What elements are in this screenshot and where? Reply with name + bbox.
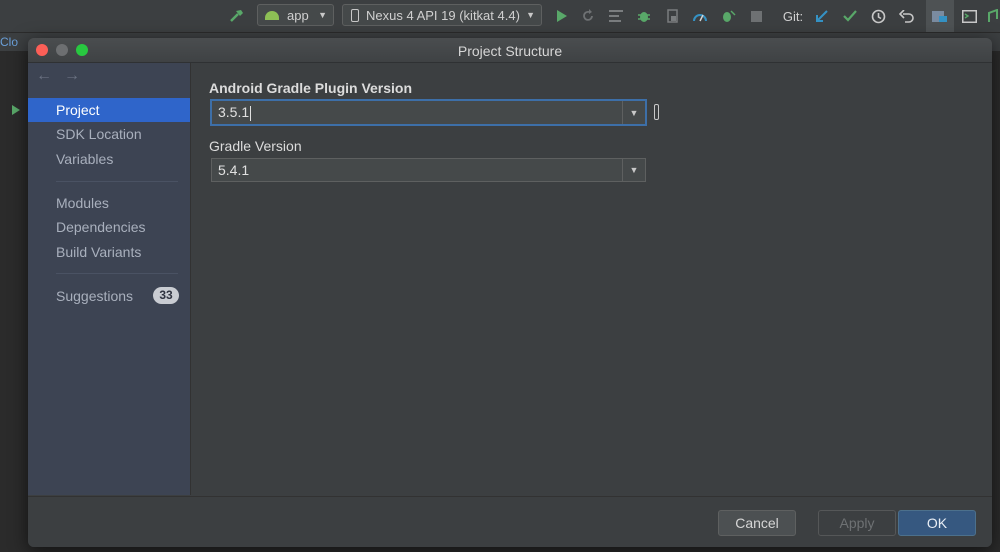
dialog-title: Project Structure: [457, 43, 563, 59]
android-icon: [265, 10, 279, 20]
nav-arrows: ← →: [36, 67, 92, 87]
debug-icon[interactable]: [634, 0, 654, 32]
project-structure-dialog: Project Structure ← → Project SDK Locatio…: [28, 38, 992, 547]
sidebar-item-modules[interactable]: Modules: [28, 191, 190, 215]
attach-debugger-icon[interactable]: [718, 0, 738, 32]
gradle-version-label: Gradle Version: [209, 138, 302, 154]
forward-arrow-icon[interactable]: →: [64, 67, 80, 84]
editor-tab[interactable]: Clo: [0, 35, 18, 49]
project-structure-sidebar: ← → Project SDK Location Variables Module…: [28, 63, 191, 495]
logcat-icon[interactable]: [606, 0, 626, 32]
cancel-button[interactable]: Cancel: [718, 510, 796, 536]
chevron-down-icon[interactable]: ▼: [622, 101, 645, 124]
ok-button[interactable]: OK: [898, 510, 976, 536]
ide-gutter: [0, 51, 30, 552]
phone-icon: [351, 8, 359, 22]
run-gutter-icon[interactable]: [12, 105, 20, 115]
ide-toolbar: app ▼ Nexus 4 API 19 (kitkat 4.4) ▼ Git:: [0, 0, 1000, 33]
chevron-down-icon: ▼: [318, 10, 327, 20]
resize-handle-icon: [654, 104, 659, 120]
rerun-icon[interactable]: [578, 0, 598, 32]
project-structure-icon[interactable]: [926, 0, 954, 32]
apply-button[interactable]: Apply: [818, 510, 896, 536]
git-update-icon[interactable]: [812, 0, 832, 32]
git-label: Git:: [782, 8, 804, 24]
chevron-down-icon: ▼: [526, 10, 535, 20]
agp-version-label: Android Gradle Plugin Version: [209, 80, 413, 96]
sdk-manager-icon[interactable]: [986, 0, 1000, 32]
git-revert-icon[interactable]: [896, 0, 916, 32]
run-config-select[interactable]: app ▼: [257, 4, 334, 26]
sidebar-item-variables[interactable]: Variables: [28, 147, 190, 171]
sidebar-item-sdk-location[interactable]: SDK Location: [28, 122, 190, 146]
suggestions-count-badge: 33: [153, 287, 179, 304]
agp-version-select[interactable]: 3.5.1 ▼: [210, 99, 647, 126]
gradle-version-value: 5.4.1: [218, 162, 250, 178]
device-select[interactable]: Nexus 4 API 19 (kitkat 4.4) ▼: [342, 4, 542, 26]
run-config-label: app: [287, 7, 309, 23]
sidebar-divider: [56, 181, 178, 182]
gradle-version-select[interactable]: 5.4.1 ▼: [211, 158, 646, 182]
sidebar-item-suggestions[interactable]: Suggestions 33: [28, 284, 190, 308]
dialog-titlebar: Project Structure: [28, 38, 992, 63]
coverage-icon[interactable]: [662, 0, 682, 32]
dialog-footer: Cancel Apply OK: [28, 496, 992, 547]
back-arrow-icon[interactable]: ←: [36, 67, 52, 84]
hammer-icon[interactable]: [226, 0, 248, 32]
terminal-icon[interactable]: [958, 0, 980, 32]
sidebar-item-build-variants[interactable]: Build Variants: [28, 240, 190, 264]
git-commit-icon[interactable]: [840, 0, 860, 32]
agp-version-value: 3.5.1: [218, 104, 252, 121]
project-settings-panel: Android Gradle Plugin Version 3.5.1 ▼ Gr…: [191, 63, 992, 495]
run-icon[interactable]: [552, 0, 572, 32]
chevron-down-icon[interactable]: ▼: [622, 159, 645, 181]
sidebar-item-dependencies[interactable]: Dependencies: [28, 215, 190, 239]
sidebar-item-label: Suggestions: [56, 288, 134, 304]
stop-icon[interactable]: [746, 0, 766, 32]
sidebar-divider: [56, 273, 178, 274]
git-history-icon[interactable]: [868, 0, 888, 32]
profile-icon[interactable]: [690, 0, 710, 32]
device-label: Nexus 4 API 19 (kitkat 4.4): [366, 7, 520, 23]
text-cursor: [250, 105, 252, 121]
sidebar-item-project[interactable]: Project: [28, 98, 190, 122]
